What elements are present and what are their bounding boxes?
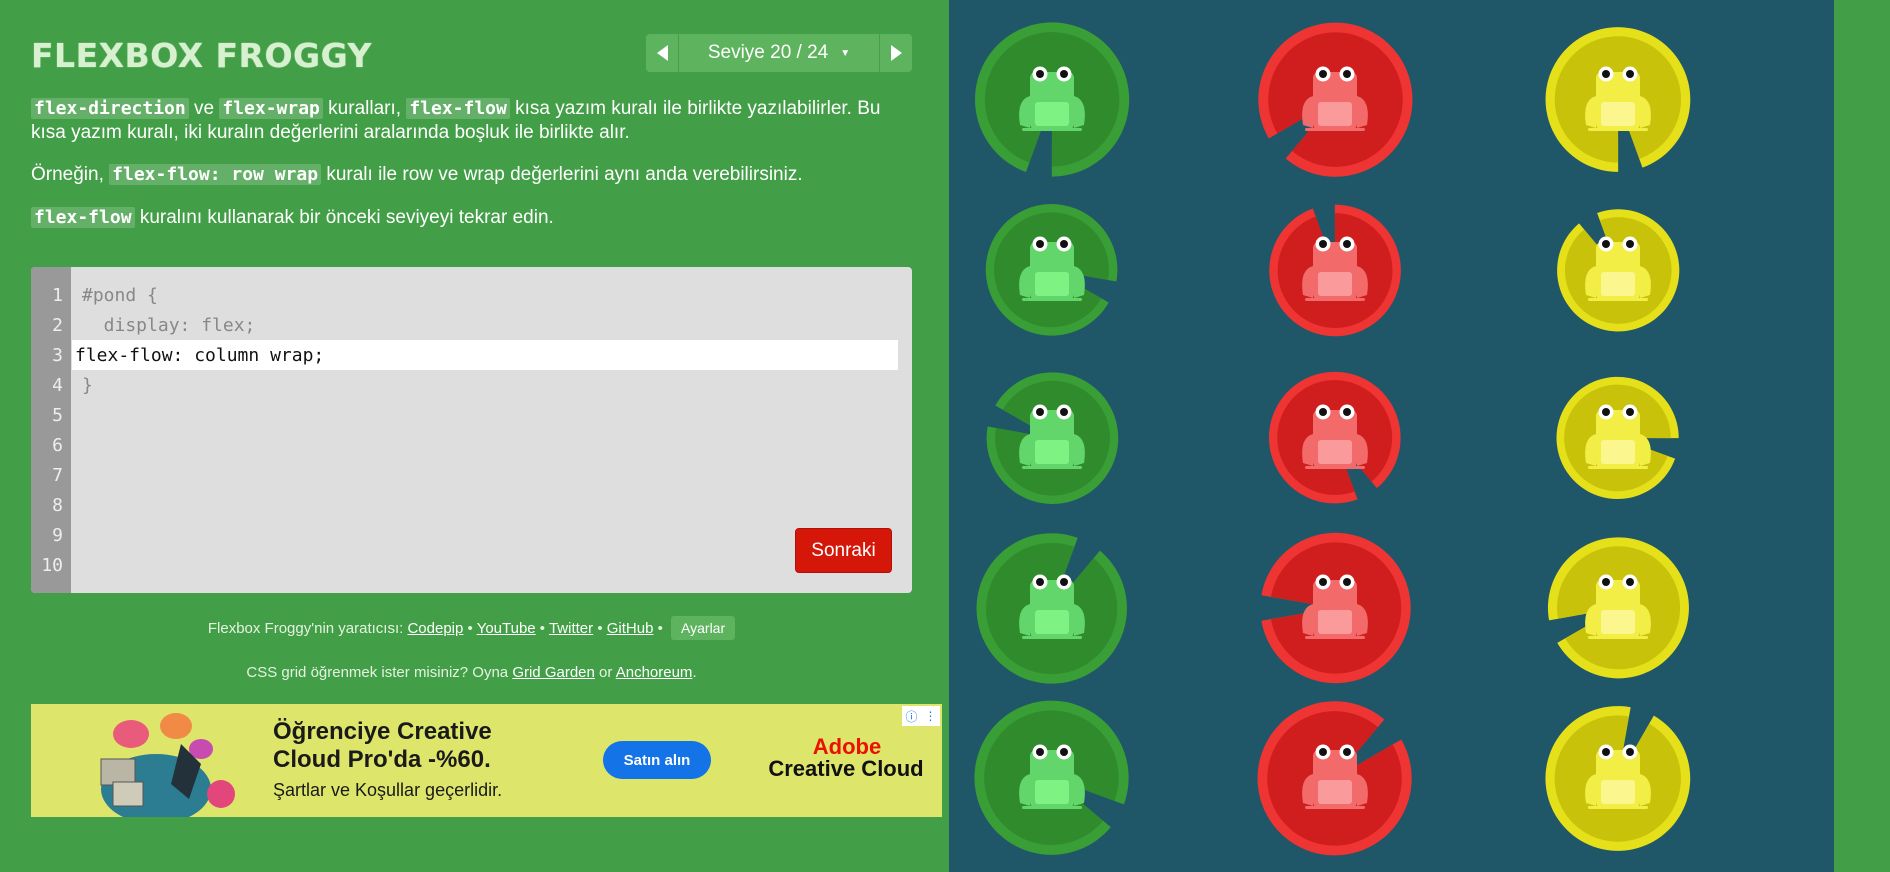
credits-text: Flexbox Froggy'nin yaratıcısı: — [207, 620, 408, 637]
next-button[interactable]: Sonraki — [795, 528, 892, 573]
promo-text: CSS grid öğrenmek ister misiniz? Oyna — [246, 664, 513, 681]
code-line-selector: #pond { — [82, 285, 158, 306]
level-selector[interactable]: Seviye 20 / 24 ▼ — [679, 34, 879, 72]
separator: • — [653, 620, 668, 637]
next-level-button[interactable] — [879, 34, 912, 72]
line-number: 2 — [52, 315, 63, 336]
level-navigation: Seviye 20 / 24 ▼ — [646, 34, 912, 72]
level-indicator-label: Seviye 20 / 24 — [707, 42, 829, 63]
more-icon[interactable]: ⋮ — [924, 709, 936, 723]
green-frog — [1019, 574, 1085, 639]
info-icon[interactable]: ⓘ — [905, 708, 917, 725]
advertisement-banner[interactable]: Öğrenciye Creative Cloud Pro'da -%60. Şa… — [31, 704, 942, 817]
yellow-frog — [1585, 574, 1651, 639]
instruction-paragraph-2: Örneğin, flex-flow: row wrap kuralı ile … — [31, 163, 911, 187]
instruction-text: kuralını kullanarak bir önceki seviyeyi … — [134, 207, 554, 228]
green-frog — [1019, 404, 1085, 469]
ad-headline-line: Öğrenciye Creative — [273, 718, 492, 745]
code-chip: flex-flow — [31, 207, 135, 228]
line-number: 6 — [52, 435, 63, 456]
pond — [949, 0, 1834, 872]
yellow-frog — [1585, 236, 1651, 301]
instruction-text: ve — [188, 98, 220, 119]
line-number: 4 — [52, 375, 63, 396]
line-number: 5 — [52, 405, 63, 426]
red-frog — [1302, 236, 1368, 301]
separator: • — [535, 620, 549, 637]
green-frog — [1019, 66, 1085, 131]
separator: • — [463, 620, 477, 637]
code-editor: 1 2 3 4 5 6 7 8 9 10 #pond { display: fl… — [31, 267, 912, 593]
yellow-frog — [1585, 404, 1651, 469]
ad-terms: Şartlar ve Koşullar geçerlidir. — [273, 780, 503, 800]
code-chip: flex-direction — [31, 98, 189, 119]
credits: Flexbox Froggy'nin yaratıcısı: Codepip •… — [31, 616, 912, 640]
instruction-text: Örneğin, — [31, 164, 110, 185]
css-code-input[interactable] — [72, 340, 898, 370]
instruction-paragraph-3: flex-flow kuralını kullanarak bir önceki… — [31, 206, 911, 230]
ad-headline: Öğrenciye Creative Cloud Pro'da -%60. — [273, 718, 492, 774]
code-line-display: display: flex; — [82, 315, 256, 336]
pond-border — [1834, 0, 1890, 872]
yellow-frog — [1585, 744, 1651, 809]
line-number: 3 — [52, 345, 63, 366]
twitter-link[interactable]: Twitter — [549, 620, 593, 637]
anchoreum-link[interactable]: Anchoreum — [616, 664, 693, 681]
yellow-frog — [1585, 66, 1651, 131]
caret-down-icon: ▼ — [840, 47, 851, 59]
previous-level-button[interactable] — [646, 34, 679, 72]
sidebar: FLEXBOX FROGGY Seviye 20 / 24 ▼ flex-dir… — [0, 0, 949, 872]
code-chip: flex-wrap — [219, 98, 323, 119]
ad-buy-button[interactable]: Satın alın — [603, 741, 711, 779]
codepip-link[interactable]: Codepip — [407, 620, 463, 637]
ad-brand-product: Creative Cloud — [768, 756, 924, 781]
grid-garden-link[interactable]: Grid Garden — [512, 664, 595, 681]
red-frog — [1302, 66, 1368, 131]
arrow-left-icon — [656, 45, 668, 61]
code-chip: flex-flow: row wrap — [109, 164, 322, 185]
instruction-text: kuralı ile row ve wrap değerlerini aynı … — [321, 164, 803, 185]
line-number: 9 — [52, 525, 63, 546]
promo-text: . — [692, 664, 697, 681]
line-number: 8 — [52, 495, 63, 516]
separator: • — [593, 620, 607, 637]
instruction-text: kuralları, — [322, 98, 407, 119]
promo-text: or — [594, 664, 616, 681]
line-number: 7 — [52, 465, 63, 486]
arrow-right-icon — [890, 45, 902, 61]
instruction-paragraph-1: flex-direction ve flex-wrap kuralları, f… — [31, 97, 911, 145]
green-frog — [1019, 236, 1085, 301]
grid-promo: CSS grid öğrenmek ister misiniz? Oyna Gr… — [31, 664, 912, 681]
line-number-gutter: 1 2 3 4 5 6 7 8 9 10 — [31, 267, 71, 593]
app-title: FLEXBOX FROGGY — [31, 36, 372, 75]
red-frog — [1302, 744, 1368, 809]
ad-headline-line: Cloud Pro'da -%60. — [273, 746, 491, 773]
ad-choices[interactable]: ⓘ ⋮ — [902, 706, 940, 726]
code-line-close-brace: } — [82, 375, 93, 396]
red-frog — [1302, 404, 1368, 469]
ad-artwork-image — [61, 704, 261, 817]
green-frog — [1019, 744, 1085, 809]
code-chip: flex-flow — [406, 98, 510, 119]
github-link[interactable]: GitHub — [607, 620, 654, 637]
red-frog — [1302, 574, 1368, 639]
line-number: 1 — [52, 285, 63, 306]
settings-button[interactable]: Ayarlar — [671, 616, 736, 640]
youtube-link[interactable]: YouTube — [477, 620, 536, 637]
line-number: 10 — [41, 555, 63, 576]
